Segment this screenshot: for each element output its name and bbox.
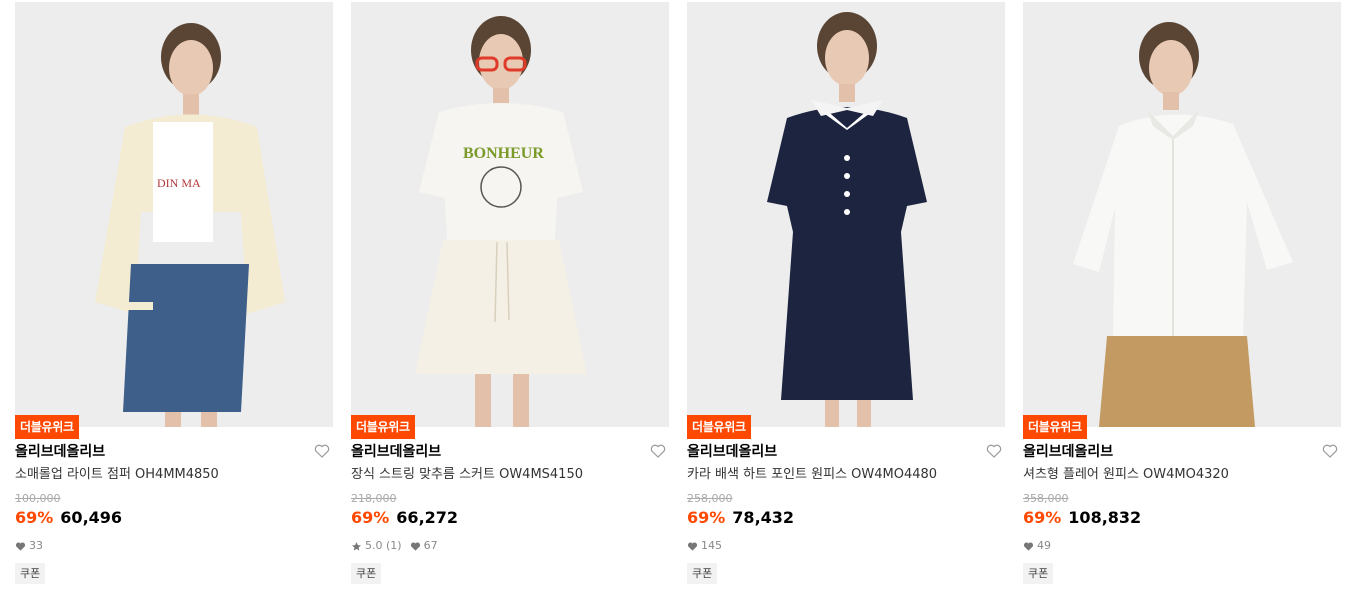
coupon-tag: 쿠폰 <box>1023 563 1054 584</box>
likes-value: 145 <box>701 539 722 552</box>
sale-price: 66,272 <box>396 508 459 527</box>
wishlist-heart-icon[interactable] <box>650 443 666 459</box>
original-price: 100,000 <box>15 492 61 505</box>
discount-rate: 69% <box>351 508 390 527</box>
likes-count: 49 <box>1023 539 1051 553</box>
product-name[interactable]: 장식 스트링 맞추름 스커트 OW4MS4150 <box>351 467 583 483</box>
heart-filled-icon <box>410 542 420 551</box>
sale-price: 78,432 <box>732 508 795 527</box>
product-card[interactable]: DIN MA 더블유위크 올리브데올리브 소매롤업 라이트 점퍼 OH4MM48… <box>15 2 333 599</box>
price-row: 69% 60,496 <box>15 508 122 528</box>
product-meta: 49 <box>1023 539 1059 553</box>
discount-rate: 69% <box>15 508 54 527</box>
likes-count: 67 <box>410 539 438 553</box>
sale-price: 60,496 <box>60 508 123 527</box>
product-image[interactable] <box>687 2 1005 427</box>
promo-badge: 더블유위크 <box>687 415 751 439</box>
price-row: 69% 78,432 <box>687 508 794 528</box>
brand-name[interactable]: 올리브데올리브 <box>351 443 441 461</box>
discount-rate: 69% <box>687 508 726 527</box>
promo-badge: 더블유위크 <box>15 415 79 439</box>
coupon-tag: 쿠폰 <box>351 563 382 584</box>
product-name[interactable]: 카라 배색 하트 포인트 원피스 OW4MO4480 <box>687 467 937 483</box>
product-image[interactable]: DIN MA <box>15 2 333 427</box>
coupon-tag: 쿠폰 <box>687 563 718 584</box>
price-row: 69% 108,832 <box>1023 508 1141 528</box>
heart-filled-icon <box>1023 542 1034 551</box>
svg-text:BONHEUR: BONHEUR <box>463 145 544 162</box>
product-meta: 145 <box>687 539 730 553</box>
promo-badge: 더블유위크 <box>1023 415 1087 439</box>
discount-rate: 69% <box>1023 508 1062 527</box>
sale-price: 108,832 <box>1068 508 1142 527</box>
product-card[interactable]: BONHEUR 더블유위크 올리브데올리브 장식 스트링 맞추름 스커트 OW4… <box>351 2 669 599</box>
brand-name[interactable]: 올리브데올리브 <box>687 443 777 461</box>
product-image[interactable] <box>1023 2 1341 427</box>
brand-name[interactable]: 올리브데올리브 <box>1023 443 1113 461</box>
product-image[interactable]: BONHEUR <box>351 2 669 427</box>
wishlist-heart-icon[interactable] <box>314 443 330 459</box>
product-card[interactable]: 더블유위크 올리브데올리브 셔츠형 플레어 원피스 OW4MO4320 358,… <box>1023 2 1341 599</box>
product-grid: DIN MA 더블유위크 올리브데올리브 소매롤업 라이트 점퍼 OH4MM48… <box>0 0 1346 599</box>
rating: 5.0 (1) <box>351 539 402 553</box>
likes-count: 33 <box>15 539 43 553</box>
product-meta: 5.0 (1) 67 <box>351 539 446 553</box>
price-row: 69% 66,272 <box>351 508 458 528</box>
product-meta: 33 <box>15 539 51 553</box>
svg-text:DIN MA: DIN MA <box>157 176 201 190</box>
rating-value: 5.0 (1) <box>365 539 402 552</box>
coupon-tag: 쿠폰 <box>15 563 46 584</box>
likes-value: 67 <box>423 539 438 552</box>
brand-name[interactable]: 올리브데올리브 <box>15 443 105 461</box>
heart-filled-icon <box>15 542 26 551</box>
likes-value: 49 <box>1037 539 1051 552</box>
original-price: 258,000 <box>687 492 733 505</box>
product-name[interactable]: 셔츠형 플레어 원피스 OW4MO4320 <box>1023 467 1229 483</box>
wishlist-heart-icon[interactable] <box>1322 443 1338 459</box>
wishlist-heart-icon[interactable] <box>986 443 1002 459</box>
star-icon <box>351 541 362 551</box>
original-price: 218,000 <box>351 492 397 505</box>
product-name[interactable]: 소매롤업 라이트 점퍼 OH4MM4850 <box>15 467 219 483</box>
promo-badge: 더블유위크 <box>351 415 415 439</box>
heart-filled-icon <box>687 542 698 551</box>
likes-value: 33 <box>29 539 43 552</box>
product-card[interactable]: 더블유위크 올리브데올리브 카라 배색 하트 포인트 원피스 OW4MO4480… <box>687 2 1005 599</box>
likes-count: 145 <box>687 539 722 553</box>
original-price: 358,000 <box>1023 492 1069 505</box>
